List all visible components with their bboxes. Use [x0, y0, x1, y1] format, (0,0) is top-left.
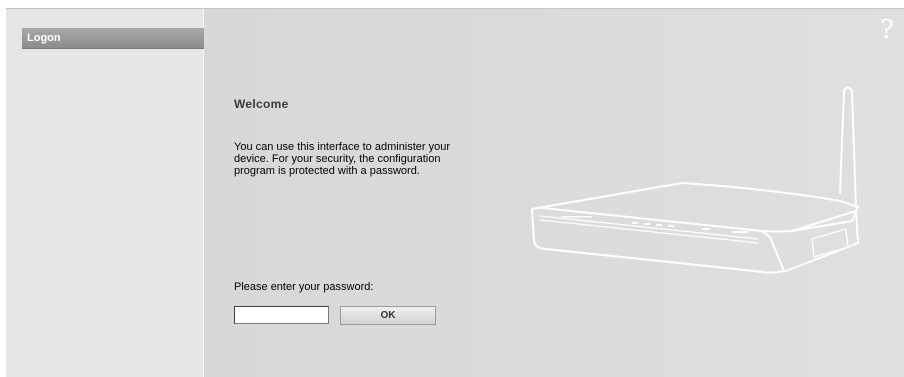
help-icon[interactable]: ? [880, 17, 894, 43]
router-illustration [531, 86, 859, 274]
main-content: ? Welcome You can use this interface to … [204, 9, 904, 377]
page-title: Welcome [234, 97, 289, 111]
password-input[interactable] [234, 306, 329, 324]
page-frame: Logon ? Welcome You can use this interfa… [6, 8, 904, 377]
password-label: Please enter your password: [234, 281, 374, 293]
sidebar-item-logon[interactable]: Logon [22, 28, 211, 49]
sidebar: Logon [6, 9, 211, 377]
ok-button[interactable]: OK [340, 306, 436, 325]
intro-text: You can use this interface to administer… [234, 141, 451, 177]
